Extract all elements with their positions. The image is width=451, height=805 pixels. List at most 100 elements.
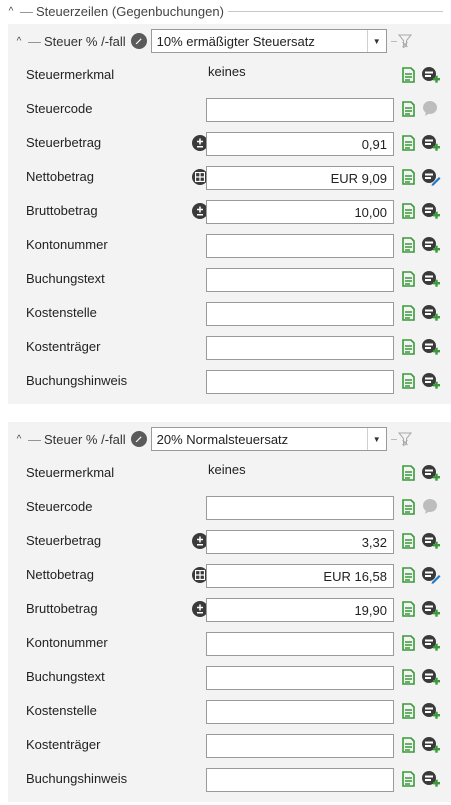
kontonummer-field[interactable] [206, 234, 394, 258]
document-lines-icon[interactable] [401, 203, 417, 219]
caret-up-icon[interactable]: ^ [12, 434, 26, 445]
pencil-icon[interactable] [130, 431, 147, 447]
steuercode-field[interactable] [206, 98, 394, 122]
chevron-down-icon[interactable]: ▼ [366, 30, 386, 52]
comment-icon[interactable] [421, 100, 441, 118]
row-kostenstelle: Kostenstelle [8, 296, 451, 330]
tax-rate-value: 20% Normalsteuersatz [156, 432, 289, 447]
account-add-icon[interactable] [421, 600, 441, 618]
bruttobetrag-field[interactable]: 10,00 [206, 200, 394, 224]
caret-up-icon[interactable]: ^ [12, 36, 26, 47]
account-add-icon[interactable] [421, 668, 441, 686]
document-lines-icon[interactable] [401, 737, 417, 753]
kostentraeger-field[interactable] [206, 336, 394, 360]
caret-up-icon[interactable]: ^ [4, 6, 18, 17]
steuerbetrag-label: Steuerbetrag [26, 135, 102, 150]
account-add-icon[interactable] [421, 464, 441, 482]
steuerbetrag-field[interactable]: 0,91 [206, 132, 394, 156]
tax-rate-value: 10% ermäßigter Steuersatz [156, 34, 315, 49]
buchungstext-field[interactable] [206, 268, 394, 292]
kostenstelle-field[interactable] [206, 302, 394, 326]
nettobetrag-field[interactable]: EUR 16,58 [206, 564, 394, 588]
kostenstelle-label: Kostenstelle [26, 703, 97, 718]
filter-dash [390, 438, 397, 440]
account-add-icon[interactable] [421, 134, 441, 152]
row-kontonummer: Kontonummer [8, 228, 451, 262]
account-add-icon[interactable] [421, 770, 441, 788]
document-lines-icon[interactable] [401, 567, 417, 583]
kostenstelle-field[interactable] [206, 700, 394, 724]
row-kostenstelle: Kostenstelle [8, 694, 451, 728]
chevron-down-icon[interactable]: ▼ [366, 428, 386, 450]
row-steuercode: Steuercode [8, 490, 451, 524]
kostentraeger-field[interactable] [206, 734, 394, 758]
row-buchungshinweis: Buchungshinweis [8, 364, 451, 398]
account-add-icon[interactable] [421, 236, 441, 254]
document-lines-icon[interactable] [401, 237, 417, 253]
kontonummer-field[interactable] [206, 632, 394, 656]
header-dash: — [28, 33, 41, 49]
row-steuermerkmal: Steuermerkmal keines [8, 456, 451, 490]
account-add-icon[interactable] [421, 702, 441, 720]
document-lines-icon[interactable] [401, 771, 417, 787]
row-buchungshinweis: Buchungshinweis [8, 762, 451, 796]
document-lines-icon[interactable] [401, 703, 417, 719]
buchungshinweis-field[interactable] [206, 768, 394, 792]
row-nettobetrag: Nettobetrag EUR 9,09 [8, 160, 451, 194]
steuermerkmal-value[interactable]: keines [208, 462, 246, 477]
document-lines-icon[interactable] [401, 373, 417, 389]
buchungstext-label: Buchungstext [26, 271, 105, 286]
filter-clear-icon[interactable] [397, 33, 412, 49]
row-steuerbetrag: Steuerbetrag 3,32 [8, 524, 451, 558]
document-lines-icon[interactable] [401, 635, 417, 651]
row-bruttobetrag: Bruttobetrag 10,00 [8, 194, 451, 228]
nettobetrag-label: Nettobetrag [26, 567, 94, 582]
steuercode-field[interactable] [206, 496, 394, 520]
document-lines-icon[interactable] [401, 169, 417, 185]
bruttobetrag-field[interactable]: 19,90 [206, 598, 394, 622]
tax-panel-2: ^ — Steuer % /-fall 20% Normalsteuersatz… [8, 422, 451, 802]
panel-header: ^ — Steuer % /-fall 20% Normalsteuersatz… [8, 422, 451, 456]
document-lines-icon[interactable] [401, 465, 417, 481]
document-lines-icon[interactable] [401, 67, 417, 83]
document-lines-icon[interactable] [401, 101, 417, 117]
kostentraeger-label: Kostenträger [26, 339, 101, 354]
buchungstext-field[interactable] [206, 666, 394, 690]
steuermerkmal-value[interactable]: keines [208, 64, 246, 79]
document-lines-icon[interactable] [401, 339, 417, 355]
account-add-icon[interactable] [421, 532, 441, 550]
document-lines-icon[interactable] [401, 135, 417, 151]
tax-rate-label: Steuer % /-fall [44, 33, 126, 49]
row-steuermerkmal: Steuermerkmal keines [8, 58, 451, 92]
account-add-icon[interactable] [421, 202, 441, 220]
row-buchungstext: Buchungstext [8, 660, 451, 694]
bruttobetrag-label: Bruttobetrag [26, 203, 98, 218]
account-add-icon[interactable] [421, 634, 441, 652]
row-bruttobetrag: Bruttobetrag 19,90 [8, 592, 451, 626]
account-add-icon[interactable] [421, 66, 441, 84]
comment-icon[interactable] [421, 498, 441, 516]
document-lines-icon[interactable] [401, 669, 417, 685]
tax-rate-select[interactable]: 10% ermäßigter Steuersatz ▼ [150, 29, 387, 53]
account-edit-icon[interactable] [421, 566, 441, 584]
document-lines-icon[interactable] [401, 601, 417, 617]
account-add-icon[interactable] [421, 736, 441, 754]
account-add-icon[interactable] [421, 372, 441, 390]
document-lines-icon[interactable] [401, 533, 417, 549]
row-steuercode: Steuercode [8, 92, 451, 126]
steuerbetrag-field[interactable]: 3,32 [206, 530, 394, 554]
row-steuerbetrag: Steuerbetrag 0,91 [8, 126, 451, 160]
pencil-icon[interactable] [130, 33, 147, 49]
nettobetrag-field[interactable]: EUR 9,09 [206, 166, 394, 190]
document-lines-icon[interactable] [401, 499, 417, 515]
account-edit-icon[interactable] [421, 168, 441, 186]
document-lines-icon[interactable] [401, 271, 417, 287]
document-lines-icon[interactable] [401, 305, 417, 321]
buchungstext-label: Buchungstext [26, 669, 105, 684]
buchungshinweis-field[interactable] [206, 370, 394, 394]
account-add-icon[interactable] [421, 270, 441, 288]
account-add-icon[interactable] [421, 338, 441, 356]
account-add-icon[interactable] [421, 304, 441, 322]
filter-clear-icon[interactable] [397, 431, 412, 447]
tax-rate-select[interactable]: 20% Normalsteuersatz ▼ [150, 427, 387, 451]
